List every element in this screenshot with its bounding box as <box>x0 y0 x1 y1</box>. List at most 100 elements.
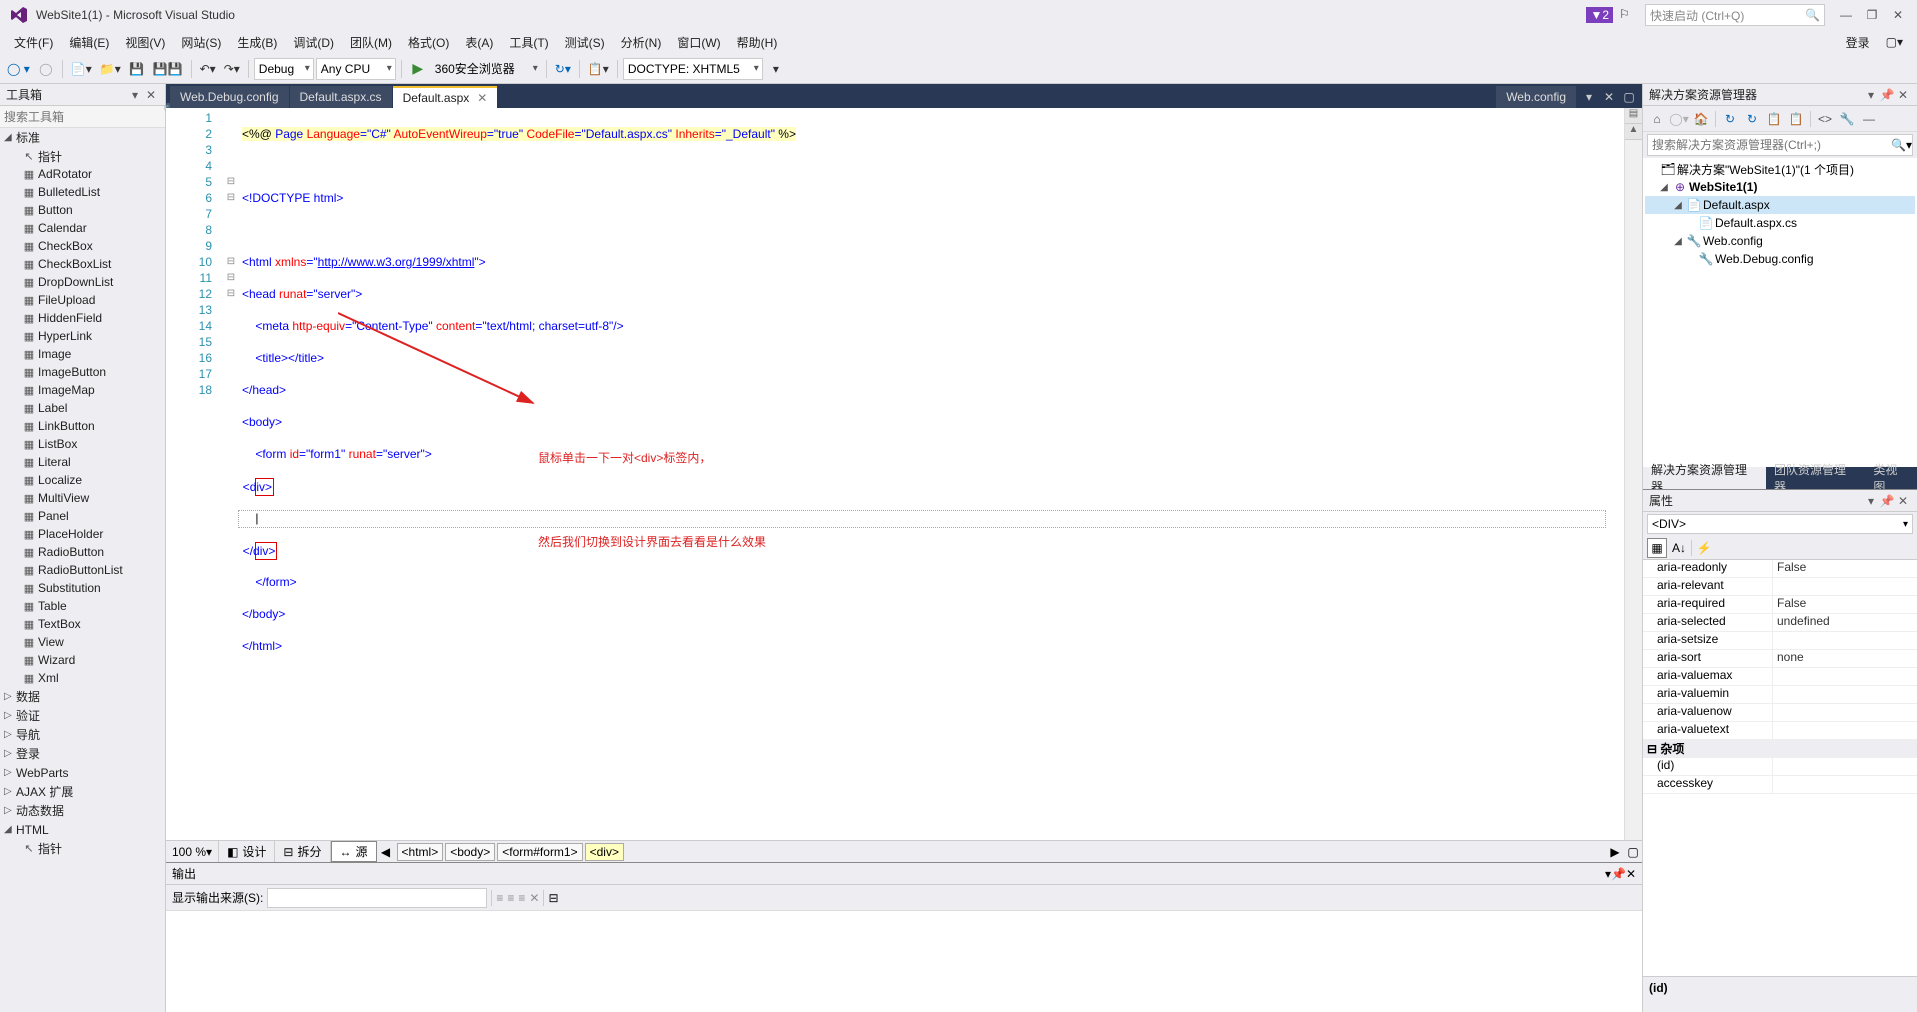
props-pin-icon[interactable]: 📌 <box>1879 493 1895 509</box>
breadcrumb-body[interactable]: <body> <box>445 843 495 861</box>
output-close-icon[interactable]: ✕ <box>1626 867 1636 881</box>
toolbox-item[interactable]: ▦AdRotator <box>0 165 165 183</box>
property-row[interactable]: (id) <box>1643 758 1917 776</box>
file-web-config[interactable]: ◢🔧Web.config <box>1645 232 1915 250</box>
nav-back-button[interactable]: ◯ ▾ <box>4 58 33 80</box>
tab-web-config[interactable]: Web.config <box>1496 86 1576 108</box>
browse-button[interactable]: 📋▾ <box>585 58 612 80</box>
maximize-button[interactable]: ❐ <box>1859 2 1885 28</box>
tab-web-debug-config[interactable]: Web.Debug.config <box>170 86 289 108</box>
toolbox-item[interactable]: ▦PlaceHolder <box>0 525 165 543</box>
project-node[interactable]: ◢⊕WebSite1(1) <box>1645 178 1915 196</box>
output-tb-2[interactable]: ≡ <box>507 891 514 905</box>
toolbox-item[interactable]: ▦Panel <box>0 507 165 525</box>
solution-node[interactable]: 🗂解决方案"WebSite1(1)"(1 个项目) <box>1645 160 1915 178</box>
view-options-icon[interactable]: ▢ <box>1624 845 1642 859</box>
tab-default-aspx-cs[interactable]: Default.aspx.cs <box>290 86 392 108</box>
nav-forward-button[interactable]: ◯ <box>35 58 57 80</box>
menu-item[interactable]: 视图(V) <box>117 31 173 54</box>
breadcrumb-form[interactable]: <form#form1> <box>497 843 582 861</box>
split-view-icon[interactable]: ▤ <box>1625 108 1642 124</box>
open-file-button[interactable]: 📁▾ <box>97 58 124 80</box>
toolbox-item[interactable]: ↖指针 <box>0 839 165 857</box>
menu-item[interactable]: 分析(N) <box>613 31 670 54</box>
toolbox-item[interactable]: ▦MultiView <box>0 489 165 507</box>
tab-close-all-icon[interactable]: ✕ <box>1600 90 1618 104</box>
property-row[interactable]: aria-relevant <box>1643 578 1917 596</box>
toolbox-category[interactable]: ▷AJAX 扩展 <box>0 782 165 801</box>
property-row[interactable]: aria-sortnone <box>1643 650 1917 668</box>
toolbox-category[interactable]: ◢标准 <box>0 128 165 147</box>
toolbox-item[interactable]: ▦Substitution <box>0 579 165 597</box>
breadcrumb-html[interactable]: <html> <box>397 843 444 861</box>
login-menu[interactable]: 登录 <box>1838 31 1878 54</box>
menu-item[interactable]: 调试(D) <box>285 31 342 54</box>
toolbox-item[interactable]: ▦View <box>0 633 165 651</box>
solexp-properties-icon[interactable]: 🔧 <box>1837 109 1857 129</box>
file-default-aspx-cs[interactable]: 📄Default.aspx.cs <box>1645 214 1915 232</box>
solution-tree[interactable]: 🗂解决方案"WebSite1(1)"(1 个项目) ◢⊕WebSite1(1) … <box>1643 158 1917 467</box>
output-tb-3[interactable]: ≡ <box>518 891 525 905</box>
menu-item[interactable]: 窗口(W) <box>669 31 728 54</box>
solexp-dropdown-icon[interactable]: ▾ <box>1863 87 1879 103</box>
props-categorized-icon[interactable]: ▦ <box>1647 538 1667 558</box>
new-project-button[interactable]: 📄▾ <box>68 58 95 80</box>
property-row[interactable]: aria-readonlyFalse <box>1643 560 1917 578</box>
crumb-nav-right-icon[interactable]: ▶ <box>1606 845 1624 859</box>
toolbox-item[interactable]: ▦Literal <box>0 453 165 471</box>
notification-badge[interactable]: ▼2 <box>1586 7 1613 23</box>
platform-dropdown[interactable]: Any CPU <box>316 58 396 80</box>
output-source-dropdown[interactable] <box>267 888 487 908</box>
save-button[interactable]: 💾 <box>126 58 148 80</box>
solexp-tab[interactable]: 解决方案资源管理器 <box>1643 467 1766 489</box>
property-row[interactable]: aria-valuetext <box>1643 722 1917 740</box>
toolbox-category[interactable]: ▷导航 <box>0 725 165 744</box>
toolbox-item[interactable]: ▦CheckBox <box>0 237 165 255</box>
menu-item[interactable]: 格式(O) <box>400 31 457 54</box>
menu-item[interactable]: 生成(B) <box>229 31 285 54</box>
output-wrap-button[interactable]: ⊟ <box>548 891 558 905</box>
solexp-search[interactable]: 🔍▾ <box>1647 134 1913 156</box>
menu-item[interactable]: 帮助(H) <box>729 31 786 54</box>
split-view-button[interactable]: ⊟ 拆分 <box>275 841 330 862</box>
toolbox-item[interactable]: ▦RadioButtonList <box>0 561 165 579</box>
quick-launch-input[interactable]: 快速启动 (Ctrl+Q) 🔍 <box>1645 4 1825 26</box>
menu-item[interactable]: 编辑(E) <box>61 31 117 54</box>
toolbox-category[interactable]: ▷数据 <box>0 687 165 706</box>
tab-maximize-icon[interactable]: ▢ <box>1620 90 1638 104</box>
menu-item[interactable]: 测试(S) <box>557 31 613 54</box>
solexp-code-icon[interactable]: <> <box>1815 109 1835 129</box>
toolbox-dropdown-icon[interactable]: ▾ <box>127 87 143 103</box>
toolbox-close-icon[interactable]: ✕ <box>143 87 159 103</box>
close-button[interactable]: ✕ <box>1885 2 1911 28</box>
props-alphabetical-icon[interactable]: A↓ <box>1669 538 1689 558</box>
menu-item[interactable]: 团队(M) <box>342 31 400 54</box>
breadcrumb-div[interactable]: <div> <box>585 843 624 861</box>
config-dropdown[interactable]: Debug <box>254 58 314 80</box>
toolbox-item[interactable]: ▦ImageButton <box>0 363 165 381</box>
solexp-showall-icon[interactable]: 📋 <box>1786 109 1806 129</box>
class-view-tab[interactable]: 类视图 <box>1865 467 1917 489</box>
toolbox-category[interactable]: ▷动态数据 <box>0 801 165 820</box>
props-close-icon[interactable]: ✕ <box>1895 493 1911 509</box>
toolbox-item[interactable]: ▦ListBox <box>0 435 165 453</box>
property-row[interactable]: aria-valuemax <box>1643 668 1917 686</box>
crumb-nav-left-icon[interactable]: ◀ <box>377 845 395 859</box>
zoom-level[interactable]: 100 % ▾ <box>166 841 219 862</box>
toolbox-search[interactable]: 🔍▾ <box>0 106 165 128</box>
property-category[interactable]: ⊟ 杂项 <box>1643 740 1917 758</box>
toolbox-item[interactable]: ▦Localize <box>0 471 165 489</box>
props-dropdown-icon[interactable]: ▾ <box>1863 493 1879 509</box>
redo-button[interactable]: ↷▾ <box>221 58 243 80</box>
file-default-aspx[interactable]: ◢📄Default.aspx <box>1645 196 1915 214</box>
toolbox-item[interactable]: ▦DropDownList <box>0 273 165 291</box>
tab-dropdown-icon[interactable]: ▾ <box>1580 90 1598 104</box>
output-pin-icon[interactable]: 📌 <box>1611 867 1626 881</box>
toolbox-search-input[interactable] <box>0 110 163 124</box>
toolbox-item[interactable]: ▦Label <box>0 399 165 417</box>
save-all-button[interactable]: 💾💾 <box>150 58 186 80</box>
menu-item[interactable]: 工具(T) <box>501 31 556 54</box>
properties-grid[interactable]: aria-readonlyFalsearia-relevantaria-requ… <box>1643 560 1917 976</box>
solexp-refresh-icon[interactable]: ↻ <box>1742 109 1762 129</box>
toolbox-item[interactable]: ▦ImageMap <box>0 381 165 399</box>
